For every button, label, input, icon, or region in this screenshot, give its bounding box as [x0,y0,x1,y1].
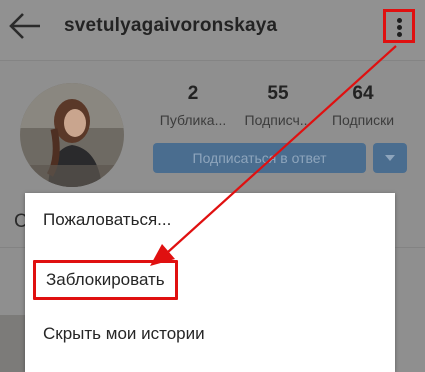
following-count: 64 [352,83,374,104]
more-vertical-icon-dot-2 [397,25,402,30]
top-bar: svetulyagaivoronskaya [0,0,425,61]
followers-label[interactable]: Подписч... [233,112,323,128]
avatar[interactable] [20,83,124,187]
caret-down-icon[interactable] [373,143,407,173]
menu-item-hide-stories[interactable]: Скрыть мои истории [43,324,205,344]
more-vertical-icon-dot-3 [397,32,402,37]
posts-label[interactable]: Публика... [148,112,238,128]
following-label[interactable]: Подписки [318,112,408,128]
post-thumbnail[interactable] [0,315,28,372]
more-vertical-icon [397,18,402,23]
menu-item-block[interactable]: Заблокировать [33,260,178,300]
options-menu: Пожаловаться... Заблокировать Скрыть мои… [25,193,395,372]
followers-count: 55 [267,83,289,104]
follow-back-button[interactable]: Подписаться в ответ [153,143,366,173]
more-options-button[interactable] [383,9,415,43]
posts-count: 2 [187,83,199,104]
screenshot-stage: svetulyagaivoronskaya 2 55 64 Публика...… [0,0,425,372]
profile-username: svetulyagaivoronskaya [64,15,278,36]
arrow-left-icon[interactable] [8,12,42,40]
menu-item-report[interactable]: Пожаловаться... [43,210,171,230]
